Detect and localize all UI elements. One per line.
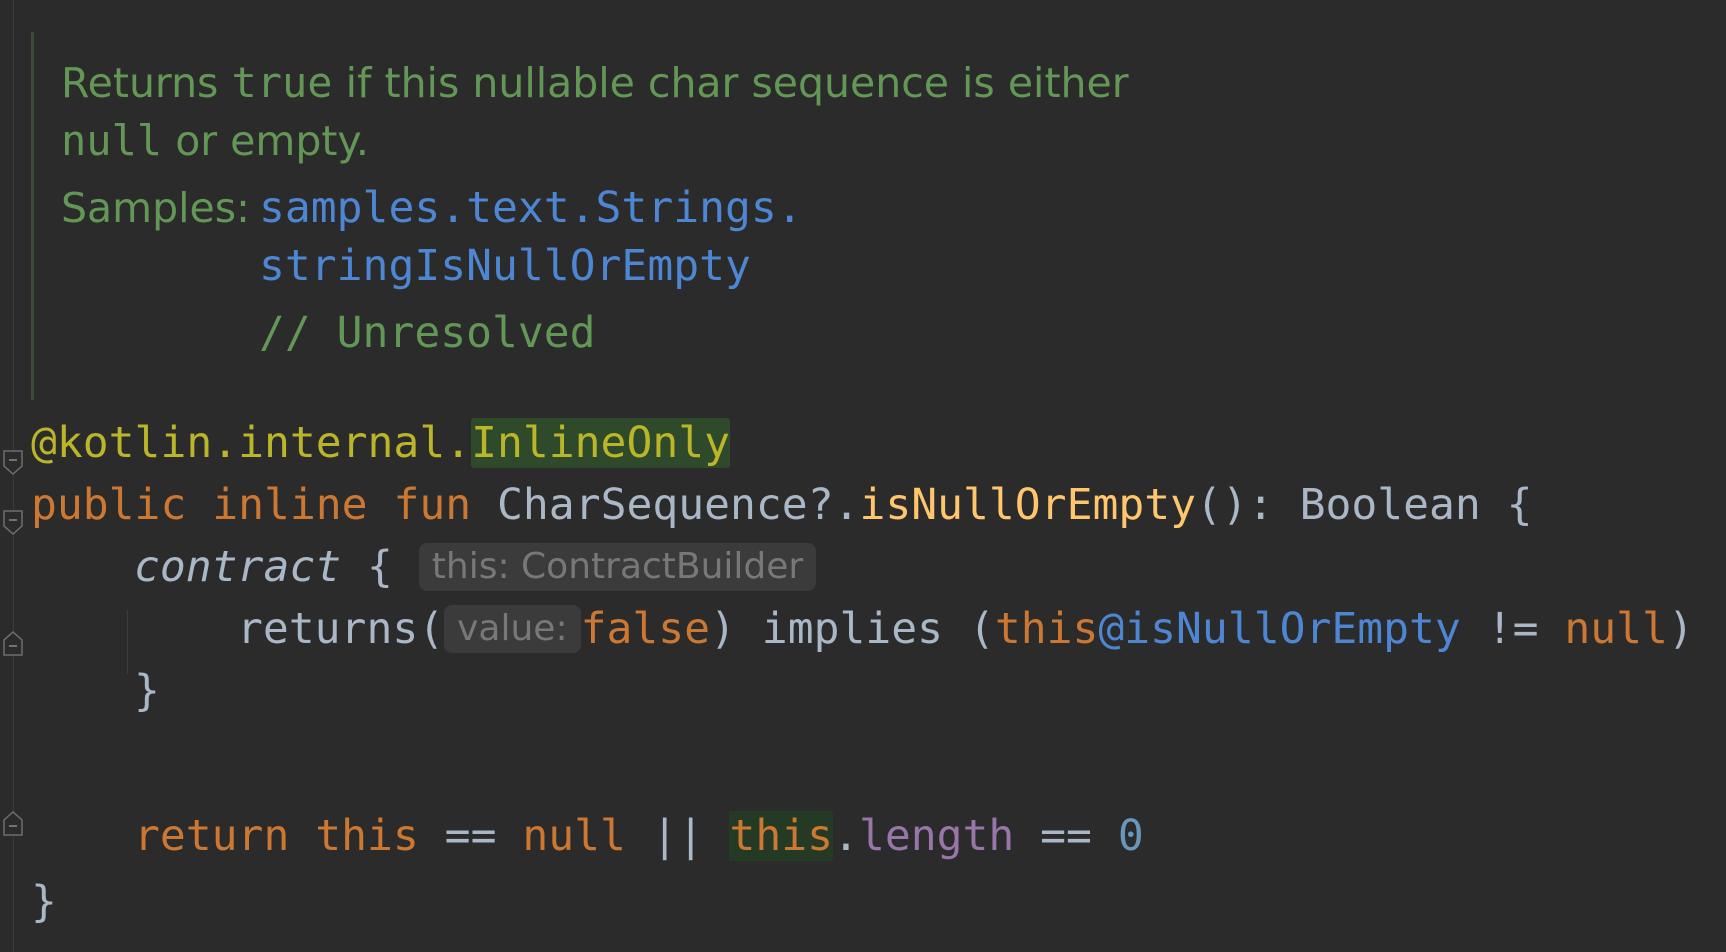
contract-receiver-hint: this: ContractBuilder — [418, 543, 817, 591]
samples-link-line-2[interactable]: stringIsNullOrEmpty — [259, 235, 751, 297]
function-signature-line[interactable]: public inline fun CharSequence?.isNullOr… — [31, 474, 1533, 536]
samples-link-line-1[interactable]: samples.text.Strings. — [259, 177, 803, 239]
returns-line[interactable]: returns(value: false) implies (this@isNul… — [237, 598, 1694, 660]
return-line[interactable]: return this == null || this.length == 0 — [134, 805, 1144, 867]
contract-line[interactable]: contract { this: ContractBuilder — [134, 536, 817, 598]
samples-label: Samples: — [61, 184, 250, 232]
contract-call[interactable]: contract — [134, 542, 341, 592]
fold-open-icon[interactable] — [2, 510, 24, 536]
doc-summary-line-2: null or empty. — [61, 116, 369, 165]
doc-summary-line-1: Returns true if this nullable char seque… — [61, 58, 1129, 107]
indent-guide — [127, 610, 128, 674]
annotation-name[interactable]: InlineOnly — [471, 418, 730, 468]
annotation-prefix: @kotlin.internal. — [31, 418, 472, 468]
function-name[interactable]: isNullOrEmpty — [859, 480, 1196, 530]
parameter-name-hint: value: — [444, 605, 581, 653]
rendered-doc-comment: Returns true if this nullable char seque… — [31, 32, 1494, 400]
function-close-brace: } — [31, 877, 57, 927]
fold-open-icon[interactable] — [2, 450, 24, 476]
fold-close-icon[interactable] — [2, 630, 24, 656]
receiver-type[interactable]: CharSequence?. — [497, 480, 859, 530]
fold-close-icon[interactable] — [2, 810, 24, 836]
code-editor[interactable]: Returns true if this nullable char seque… — [0, 0, 1726, 952]
contract-close-brace: } — [134, 666, 160, 716]
annotation-line[interactable]: @kotlin.internal.InlineOnly — [31, 412, 730, 474]
unresolved-comment: // Unresolved — [259, 308, 596, 358]
